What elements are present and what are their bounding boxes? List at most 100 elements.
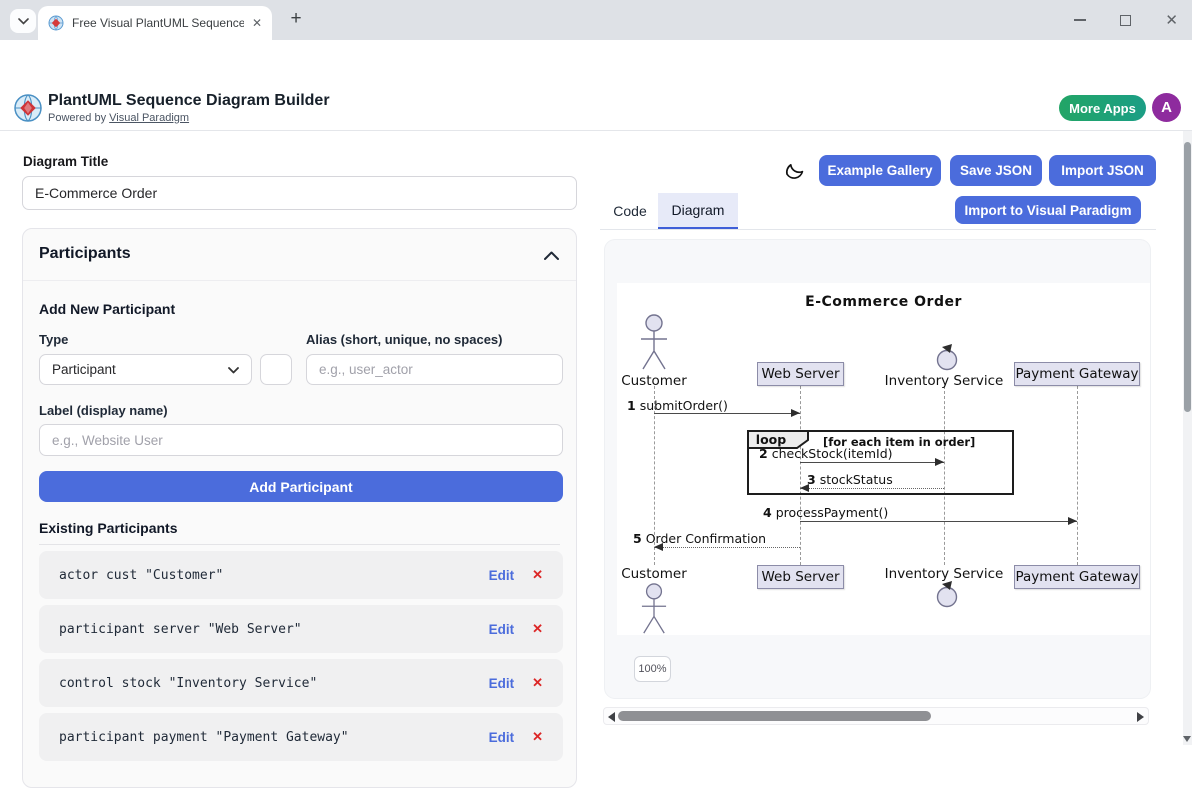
message-label: 3stockStatus (807, 472, 893, 487)
dark-mode-moon-icon[interactable] (783, 159, 809, 185)
edit-participant-button[interactable]: Edit (489, 730, 515, 745)
sequence-diagram: E-Commerce Order Customer Web Server Inv… (617, 283, 1150, 635)
app-header: PlantUML Sequence Diagram Builder Powere… (0, 85, 1192, 131)
page-vertical-scrollbar[interactable] (1183, 131, 1192, 745)
participant-row: participant server "Web Server" Edit ✕ (39, 605, 563, 653)
delete-participant-icon[interactable]: ✕ (532, 567, 543, 583)
favicon-visual-paradigm-icon (48, 15, 64, 31)
existing-divider (39, 544, 560, 545)
actor-icon (637, 313, 671, 371)
tab-search-chevron-icon[interactable] (10, 9, 36, 33)
participant-box: Web Server (757, 565, 844, 589)
import-json-button[interactable]: Import JSON (1049, 155, 1156, 186)
participant-row: participant payment "Payment Gateway" Ed… (39, 713, 563, 761)
display-name-label: Label (display name) (39, 403, 168, 418)
more-apps-button[interactable]: More Apps (1059, 95, 1146, 121)
app-user-avatar[interactable]: A (1152, 93, 1181, 122)
participant-code: control stock "Inventory Service" (59, 676, 317, 691)
browser-tab-strip: Free Visual PlantUML Sequence ✕ + ✕ (0, 0, 1192, 40)
arrowhead-icon (800, 484, 809, 492)
control-icon (933, 580, 961, 608)
browser-toolbar: ai-toolbox.visual-paradigm.com/app/plant… (0, 40, 1192, 85)
scroll-down-arrow-icon[interactable] (1183, 736, 1191, 742)
tab-title: Free Visual PlantUML Sequence (72, 16, 244, 30)
participants-card: Participants Add New Participant Type Al… (22, 228, 577, 788)
zoom-level-badge[interactable]: 100% (634, 656, 671, 682)
actor-icon (637, 583, 671, 635)
participant-code: actor cust "Customer" (59, 568, 223, 583)
edit-participant-button[interactable]: Edit (489, 676, 515, 691)
message-return-arrow (654, 547, 800, 548)
diagram-title-input[interactable] (22, 176, 577, 210)
delete-participant-icon[interactable]: ✕ (532, 729, 543, 745)
participant-code: participant payment "Payment Gateway" (59, 730, 349, 745)
existing-participants-heading: Existing Participants (39, 520, 177, 536)
scroll-left-arrow-icon[interactable] (608, 712, 615, 722)
participant-box: Payment Gateway (1014, 362, 1140, 386)
tab-code[interactable]: Code (602, 193, 658, 229)
message-label: 2checkStock(itemId) (759, 446, 893, 461)
import-to-visual-paradigm-button[interactable]: Import to Visual Paradigm (955, 196, 1141, 224)
tab-diagram[interactable]: Diagram (658, 193, 738, 229)
participant-row: control stock "Inventory Service" Edit ✕ (39, 659, 563, 707)
visual-paradigm-link[interactable]: Visual Paradigm (109, 112, 189, 124)
browser-tab[interactable]: Free Visual PlantUML Sequence ✕ (38, 6, 272, 40)
save-json-button[interactable]: Save JSON (950, 155, 1042, 186)
message-arrow (800, 521, 1077, 522)
arrowhead-icon (654, 543, 663, 551)
message-arrow (654, 413, 800, 414)
edit-participant-button[interactable]: Edit (489, 568, 515, 583)
participant-code: participant server "Web Server" (59, 622, 302, 637)
loop-label: loop (756, 432, 786, 447)
chevron-up-icon[interactable] (544, 247, 559, 265)
participants-title: Participants (39, 245, 131, 263)
window-maximize-button[interactable] (1120, 15, 1131, 26)
tabbar-divider (600, 229, 1156, 230)
display-name-input[interactable] (39, 424, 563, 456)
message-return-arrow (800, 488, 944, 489)
lifeline-payment-gateway (1077, 386, 1078, 565)
diagram-horizontal-scrollbar[interactable] (603, 707, 1149, 725)
add-new-participant-heading: Add New Participant (39, 301, 175, 317)
delete-participant-icon[interactable]: ✕ (532, 621, 543, 637)
message-label: 4processPayment() (763, 505, 888, 520)
app-title: PlantUML Sequence Diagram Builder (48, 92, 330, 110)
scrollbar-thumb[interactable] (1184, 142, 1191, 412)
alias-input[interactable] (306, 354, 563, 385)
participant-box: Payment Gateway (1014, 565, 1140, 589)
window-minimize-button[interactable] (1074, 19, 1086, 21)
participant-box: Web Server (757, 362, 844, 386)
type-extra-field[interactable] (260, 354, 292, 385)
powered-by: Powered by Visual Paradigm (48, 112, 189, 124)
participants-header[interactable]: Participants (23, 229, 576, 281)
arrowhead-icon (935, 458, 944, 466)
participant-name: Customer (605, 566, 704, 582)
message-arrow (800, 462, 944, 463)
chevron-down-icon (228, 362, 239, 377)
diagram-canvas[interactable]: E-Commerce Order Customer Web Server Inv… (605, 240, 1150, 698)
type-select[interactable]: Participant (39, 354, 252, 385)
diagram-title-label: Diagram Title (23, 154, 108, 169)
scroll-right-arrow-icon[interactable] (1137, 712, 1144, 722)
control-icon (933, 343, 961, 371)
example-gallery-button[interactable]: Example Gallery (819, 155, 941, 186)
edit-participant-button[interactable]: Edit (489, 622, 515, 637)
type-label: Type (39, 332, 68, 347)
participant-row: actor cust "Customer" Edit ✕ (39, 551, 563, 599)
arrowhead-icon (1068, 517, 1077, 525)
arrowhead-icon (791, 409, 800, 417)
tab-close-icon[interactable]: ✕ (252, 17, 262, 29)
sequence-diagram-title: E-Commerce Order (617, 294, 1150, 310)
alias-label: Alias (short, unique, no spaces) (306, 332, 502, 347)
scrollbar-thumb[interactable] (618, 711, 931, 721)
add-participant-button[interactable]: Add Participant (39, 471, 563, 502)
participant-name: Inventory Service (879, 373, 1009, 389)
visual-paradigm-logo-icon (12, 92, 44, 124)
window-close-button[interactable]: ✕ (1165, 13, 1178, 28)
delete-participant-icon[interactable]: ✕ (532, 675, 543, 691)
participant-name: Customer (605, 373, 704, 389)
new-tab-button[interactable]: + (284, 8, 308, 30)
message-label: 1submitOrder() (627, 398, 728, 413)
message-label: 5Order Confirmation (633, 531, 766, 546)
type-select-value: Participant (52, 362, 116, 377)
